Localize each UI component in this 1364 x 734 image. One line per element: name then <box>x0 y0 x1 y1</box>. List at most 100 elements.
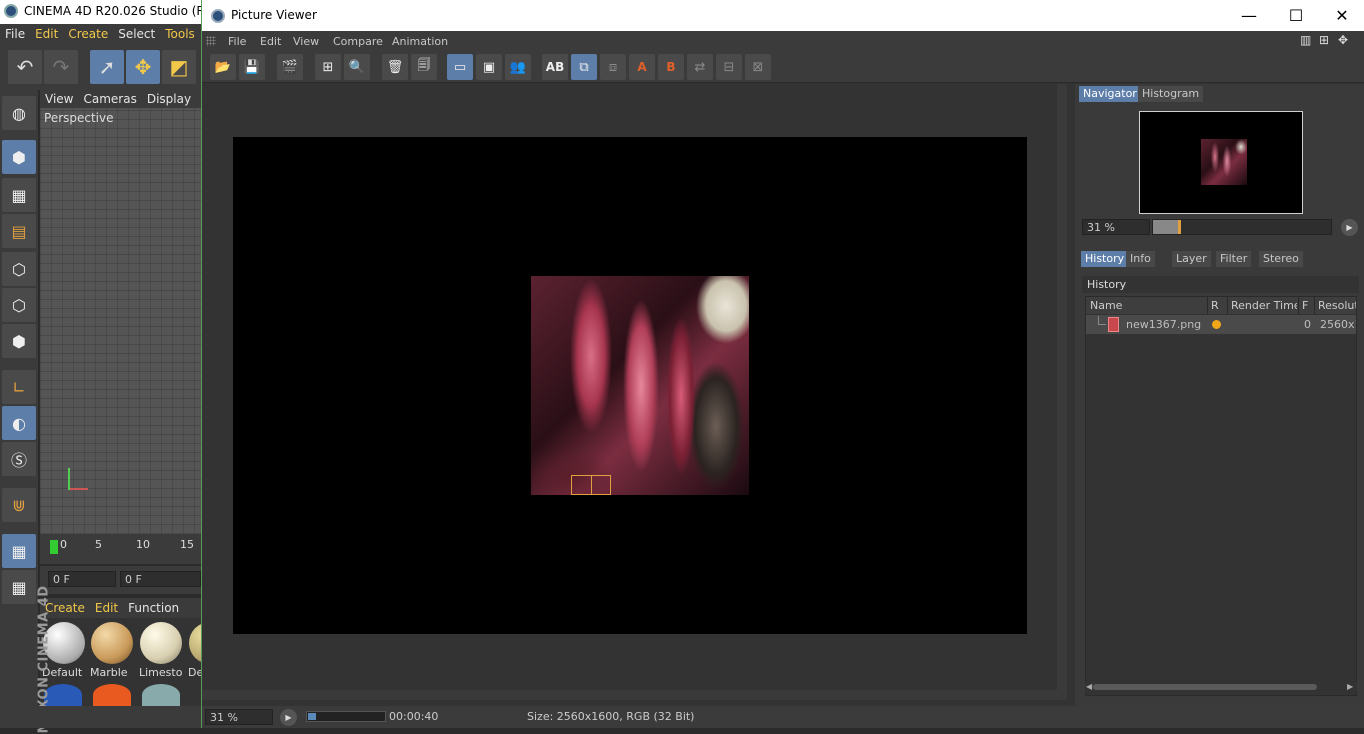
search-image-button[interactable]: 🔍 <box>344 54 370 80</box>
timeline-playhead[interactable] <box>50 540 58 554</box>
pv-menu-animation[interactable]: Animation <box>392 35 448 48</box>
tab-layer[interactable]: Layer <box>1172 251 1211 267</box>
compare-overlay-button[interactable]: ⊠ <box>745 54 771 80</box>
menu-create[interactable]: Create <box>63 24 113 44</box>
polygons-mode-button[interactable]: ⬢ <box>2 324 36 358</box>
move-tool-button[interactable]: ✥ <box>126 50 160 84</box>
play-icon: ▶ <box>1346 223 1353 232</box>
single-view-button[interactable]: ▭ <box>447 54 473 80</box>
scale-tool-button[interactable]: ◩ <box>162 50 196 84</box>
status-play-button[interactable]: ▶ <box>280 709 297 726</box>
column-separator[interactable] <box>1298 297 1299 314</box>
model-mode-button[interactable]: ⬢ <box>2 140 36 174</box>
perspective-viewport[interactable]: Perspective <box>40 108 201 534</box>
select-tool-button[interactable]: ➚ <box>90 50 124 84</box>
column-header-frame[interactable]: F <box>1302 299 1314 312</box>
workplane-button[interactable]: ▦ <box>2 570 36 604</box>
scroll-right-icon[interactable]: ▶ <box>1347 682 1353 691</box>
snap-button[interactable]: ⋓ <box>2 488 36 522</box>
column-header-r[interactable]: R <box>1211 299 1225 312</box>
remove-image-button[interactable]: 🗑 <box>382 54 408 80</box>
remove-all-button[interactable]: 🗐 <box>411 54 437 80</box>
tab-info[interactable]: Info <box>1126 251 1155 267</box>
edges-mode-button[interactable]: ⬡ <box>2 288 36 322</box>
workplane-mode-button[interactable]: ▤ <box>2 214 36 248</box>
viewport-menu-display[interactable]: Display <box>142 90 196 108</box>
tab-history[interactable]: History <box>1081 251 1129 267</box>
timeline[interactable]: 0 5 10 15 <box>40 534 201 564</box>
navigator-preview[interactable] <box>1139 111 1303 214</box>
tweak-mode-button[interactable]: ◐ <box>2 406 36 440</box>
menu-tools[interactable]: Tools <box>160 24 200 44</box>
render-settings-button[interactable]: 🎬 <box>277 54 303 80</box>
tab-histogram[interactable]: Histogram <box>1138 86 1204 102</box>
material-limestone[interactable]: Limestone <box>139 622 183 679</box>
move-panel-icon[interactable]: ✥ <box>1338 33 1352 47</box>
navigator-zoom-field[interactable]: 31 % <box>1082 219 1150 235</box>
scroll-left-icon[interactable]: ◀ <box>1086 682 1092 691</box>
pv-menu-edit[interactable]: Edit <box>260 35 281 48</box>
column-separator[interactable] <box>1227 297 1228 314</box>
open-button[interactable]: 📂 <box>210 54 236 80</box>
pv-menu-file[interactable]: File <box>228 35 246 48</box>
column-header-render-time[interactable]: Render Time <box>1231 299 1297 312</box>
zoom-slider-knob[interactable] <box>1178 220 1181 234</box>
history-scroll-thumb[interactable] <box>1093 684 1317 690</box>
fullscreen-button[interactable]: ▣ <box>476 54 502 80</box>
canvas-horizontal-scrollbar[interactable] <box>202 690 1067 700</box>
solo-button[interactable]: Ⓢ <box>2 442 36 476</box>
redo-button[interactable]: ↷ <box>44 50 78 84</box>
column-header-name[interactable]: Name <box>1090 299 1200 312</box>
lock-workplane-button[interactable]: ▦ <box>2 534 36 568</box>
viewport-menu-view[interactable]: View <box>40 90 78 108</box>
save-button[interactable]: 💾 <box>239 54 265 80</box>
compare-diff-button[interactable]: ⧈ <box>600 54 626 80</box>
tab-stereo[interactable]: Stereo <box>1259 251 1303 267</box>
render-region-marker[interactable] <box>571 475 611 495</box>
column-separator[interactable] <box>1314 297 1315 314</box>
new-panel-icon[interactable]: ⊞ <box>1319 33 1333 47</box>
people-compare-button[interactable]: 👥 <box>505 54 531 80</box>
image-canvas-area[interactable] <box>202 84 1067 690</box>
swap-ab-button[interactable]: ⇄ <box>687 54 713 80</box>
navigator-zoom-slider[interactable] <box>1152 219 1332 235</box>
menu-file[interactable]: File <box>0 24 30 44</box>
status-zoom-field[interactable]: 31 % <box>205 709 273 725</box>
history-section-title: History <box>1082 276 1359 293</box>
grip-handle-icon[interactable] <box>206 36 216 46</box>
close-button[interactable]: ✕ <box>1319 3 1364 27</box>
compare-mode-button[interactable]: ⊟ <box>716 54 742 80</box>
menu-edit[interactable]: Edit <box>30 24 63 44</box>
tab-navigator[interactable]: Navigator <box>1079 86 1141 102</box>
current-frame-field[interactable]: 0 F <box>48 571 116 587</box>
points-mode-button[interactable]: ⬡ <box>2 252 36 286</box>
compare-split-button[interactable]: ⧉ <box>571 54 597 80</box>
history-horizontal-scrollbar[interactable]: ◀ ▶ <box>1085 682 1357 692</box>
material-marble[interactable]: Marble <box>90 622 134 679</box>
material-menu-edit[interactable]: Edit <box>90 598 123 618</box>
undo-button[interactable]: ↶ <box>8 50 42 84</box>
navigator-play-button[interactable]: ▶ <box>1341 219 1358 236</box>
rendered-image[interactable] <box>531 276 749 495</box>
tab-filter[interactable]: Filter <box>1216 251 1252 267</box>
viewport-menu-cameras[interactable]: Cameras <box>78 90 141 108</box>
menu-select[interactable]: Select <box>113 24 160 44</box>
layout-panel-icon[interactable]: ▥ <box>1300 33 1314 47</box>
canvas-vertical-scrollbar[interactable] <box>1057 84 1067 690</box>
compare-ab-button[interactable]: AB <box>542 54 568 80</box>
minimize-button[interactable]: — <box>1226 3 1272 27</box>
history-row[interactable]: new1367.png 0 2560x1 <box>1086 315 1356 334</box>
pv-menu-view[interactable]: View <box>293 35 319 48</box>
column-header-resolution[interactable]: Resolut <box>1318 299 1356 312</box>
material-menu-function[interactable]: Function <box>123 598 184 618</box>
axis-mode-button[interactable]: ∟ <box>2 370 36 404</box>
start-frame-field[interactable]: 0 F <box>120 571 201 587</box>
pv-menu-compare[interactable]: Compare <box>333 35 383 48</box>
column-separator[interactable] <box>1207 297 1208 314</box>
texture-mode-button[interactable]: ▦ <box>2 178 36 212</box>
play-sequence-button[interactable]: ⊞ <box>315 54 341 80</box>
set-a-button[interactable]: A <box>629 54 655 80</box>
maximize-button[interactable]: ☐ <box>1273 3 1319 27</box>
set-b-button[interactable]: B <box>658 54 684 80</box>
make-editable-button[interactable]: ◍ <box>2 96 36 130</box>
